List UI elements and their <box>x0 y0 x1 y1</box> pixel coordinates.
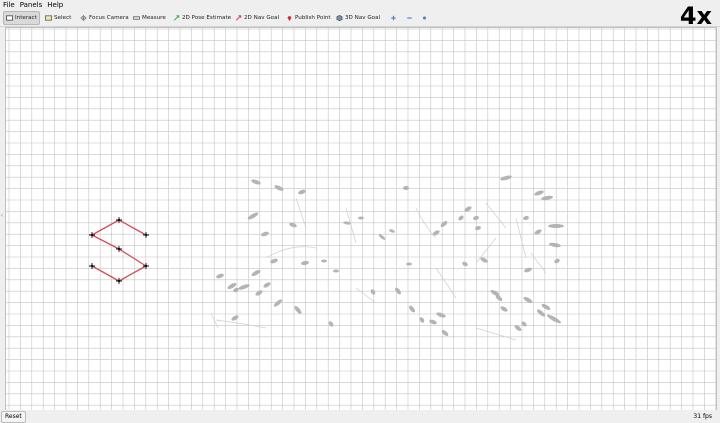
map-edge <box>215 319 267 329</box>
map-blob <box>261 231 269 237</box>
map-blob <box>301 260 309 266</box>
map-pin-icon <box>287 16 292 21</box>
interact-label: Interact <box>15 15 37 21</box>
map-blob <box>523 215 529 221</box>
map-blob <box>541 303 551 311</box>
map-edge <box>475 327 517 341</box>
playback-speed-overlay: 4x <box>679 2 712 30</box>
map-blob <box>473 215 479 221</box>
map-edge <box>515 217 527 259</box>
ruler-icon <box>133 16 140 20</box>
publish-point-label: Publish Point <box>295 15 331 21</box>
map-blob <box>406 262 412 266</box>
pose-marker <box>116 246 122 252</box>
pose-marker <box>116 278 122 284</box>
map-blob <box>534 229 542 235</box>
nav-goal-3d-tool-button[interactable]: 3D Nav Goal <box>336 12 380 24</box>
map-blob <box>273 299 283 307</box>
tool-properties-button[interactable] <box>421 12 430 24</box>
pose-marker <box>143 232 149 238</box>
map-blob <box>523 296 533 304</box>
map-blob <box>458 215 464 221</box>
map-blob <box>554 258 560 264</box>
map-blob <box>270 258 278 264</box>
pose-estimate-label: 2D Pose Estimate <box>182 15 232 21</box>
pose-estimate-tool-button[interactable]: 2D Pose Estimate <box>173 12 231 24</box>
menu-help[interactable]: Help <box>44 0 65 11</box>
map-blob <box>216 273 224 279</box>
map-edge <box>485 202 507 229</box>
map-blob <box>409 305 415 313</box>
nav-goal-label: 2D Nav Goal <box>244 15 280 21</box>
map-blob <box>436 312 446 318</box>
menu-panels[interactable]: Panels <box>17 0 45 11</box>
reset-button[interactable]: Reset <box>1 411 26 423</box>
nav-goal-3d-label: 3D Nav Goal <box>345 15 381 21</box>
left-panel-collapse-icon[interactable]: ‹ <box>1 213 3 219</box>
minus-icon <box>407 17 412 19</box>
measure-label: Measure <box>142 15 166 21</box>
map-blob <box>263 282 271 288</box>
robot-path <box>89 217 149 284</box>
settings-icon <box>423 16 426 20</box>
toolbar: Interact Select Focus Camera Measure 2D … <box>0 11 720 27</box>
green-arrow-icon <box>173 15 180 21</box>
3d-view[interactable] <box>5 27 717 411</box>
map-blob <box>403 186 409 190</box>
map-edge <box>435 267 457 299</box>
map-blob <box>500 306 508 312</box>
measure-tool-button[interactable]: Measure <box>133 12 166 24</box>
path-segment <box>91 234 120 250</box>
map-blob <box>475 225 481 231</box>
map-blob <box>548 224 564 228</box>
publish-point-tool-button[interactable]: Publish Point <box>286 12 331 24</box>
remove-tool-button[interactable] <box>406 12 415 24</box>
menu-file[interactable]: File <box>0 0 17 11</box>
map-blob <box>440 221 448 227</box>
map-blob <box>547 314 561 324</box>
map-blob <box>358 216 364 220</box>
nav-goal-tool-button[interactable]: 2D Nav Goal <box>235 12 279 24</box>
map-blob <box>328 321 334 327</box>
map-blob <box>321 259 327 263</box>
map-blob <box>370 289 376 295</box>
map-edge <box>295 197 307 229</box>
map-edge <box>265 246 317 259</box>
plus-icon <box>391 15 396 21</box>
select-label: Select <box>54 15 72 21</box>
interact-tool-button[interactable]: Interact <box>3 11 40 25</box>
cube-icon <box>336 15 343 21</box>
map-blob <box>524 267 532 273</box>
map-blob <box>429 319 437 325</box>
select-icon <box>45 15 52 21</box>
interact-icon <box>6 15 13 21</box>
map-blob <box>255 290 263 296</box>
add-tool-button[interactable] <box>390 12 399 24</box>
focus-camera-label: Focus Camera <box>89 15 129 21</box>
map-blob <box>432 230 440 236</box>
map-blob <box>294 305 302 315</box>
map-blob <box>389 229 395 233</box>
map-blob <box>419 317 425 323</box>
focus-camera-tool-button[interactable]: Focus Camera <box>80 12 129 24</box>
crosshair-icon <box>80 15 87 21</box>
select-tool-button[interactable]: Select <box>45 12 71 24</box>
map-blob <box>333 269 339 273</box>
pose-marker <box>116 217 122 223</box>
pose-marker <box>89 232 95 238</box>
fps-readout: 31 fps <box>693 413 712 420</box>
path-segment <box>91 219 120 236</box>
map-blob <box>549 242 561 248</box>
map-blob <box>521 321 527 327</box>
status-bar: Reset 31 fps <box>0 410 720 423</box>
map-blob <box>534 190 544 196</box>
map-blob <box>233 287 239 293</box>
pink-arrow-icon <box>235 15 242 21</box>
menu-bar: File Panels Help <box>0 0 720 11</box>
map-blob <box>231 315 239 321</box>
scene-canvas <box>6 28 716 410</box>
